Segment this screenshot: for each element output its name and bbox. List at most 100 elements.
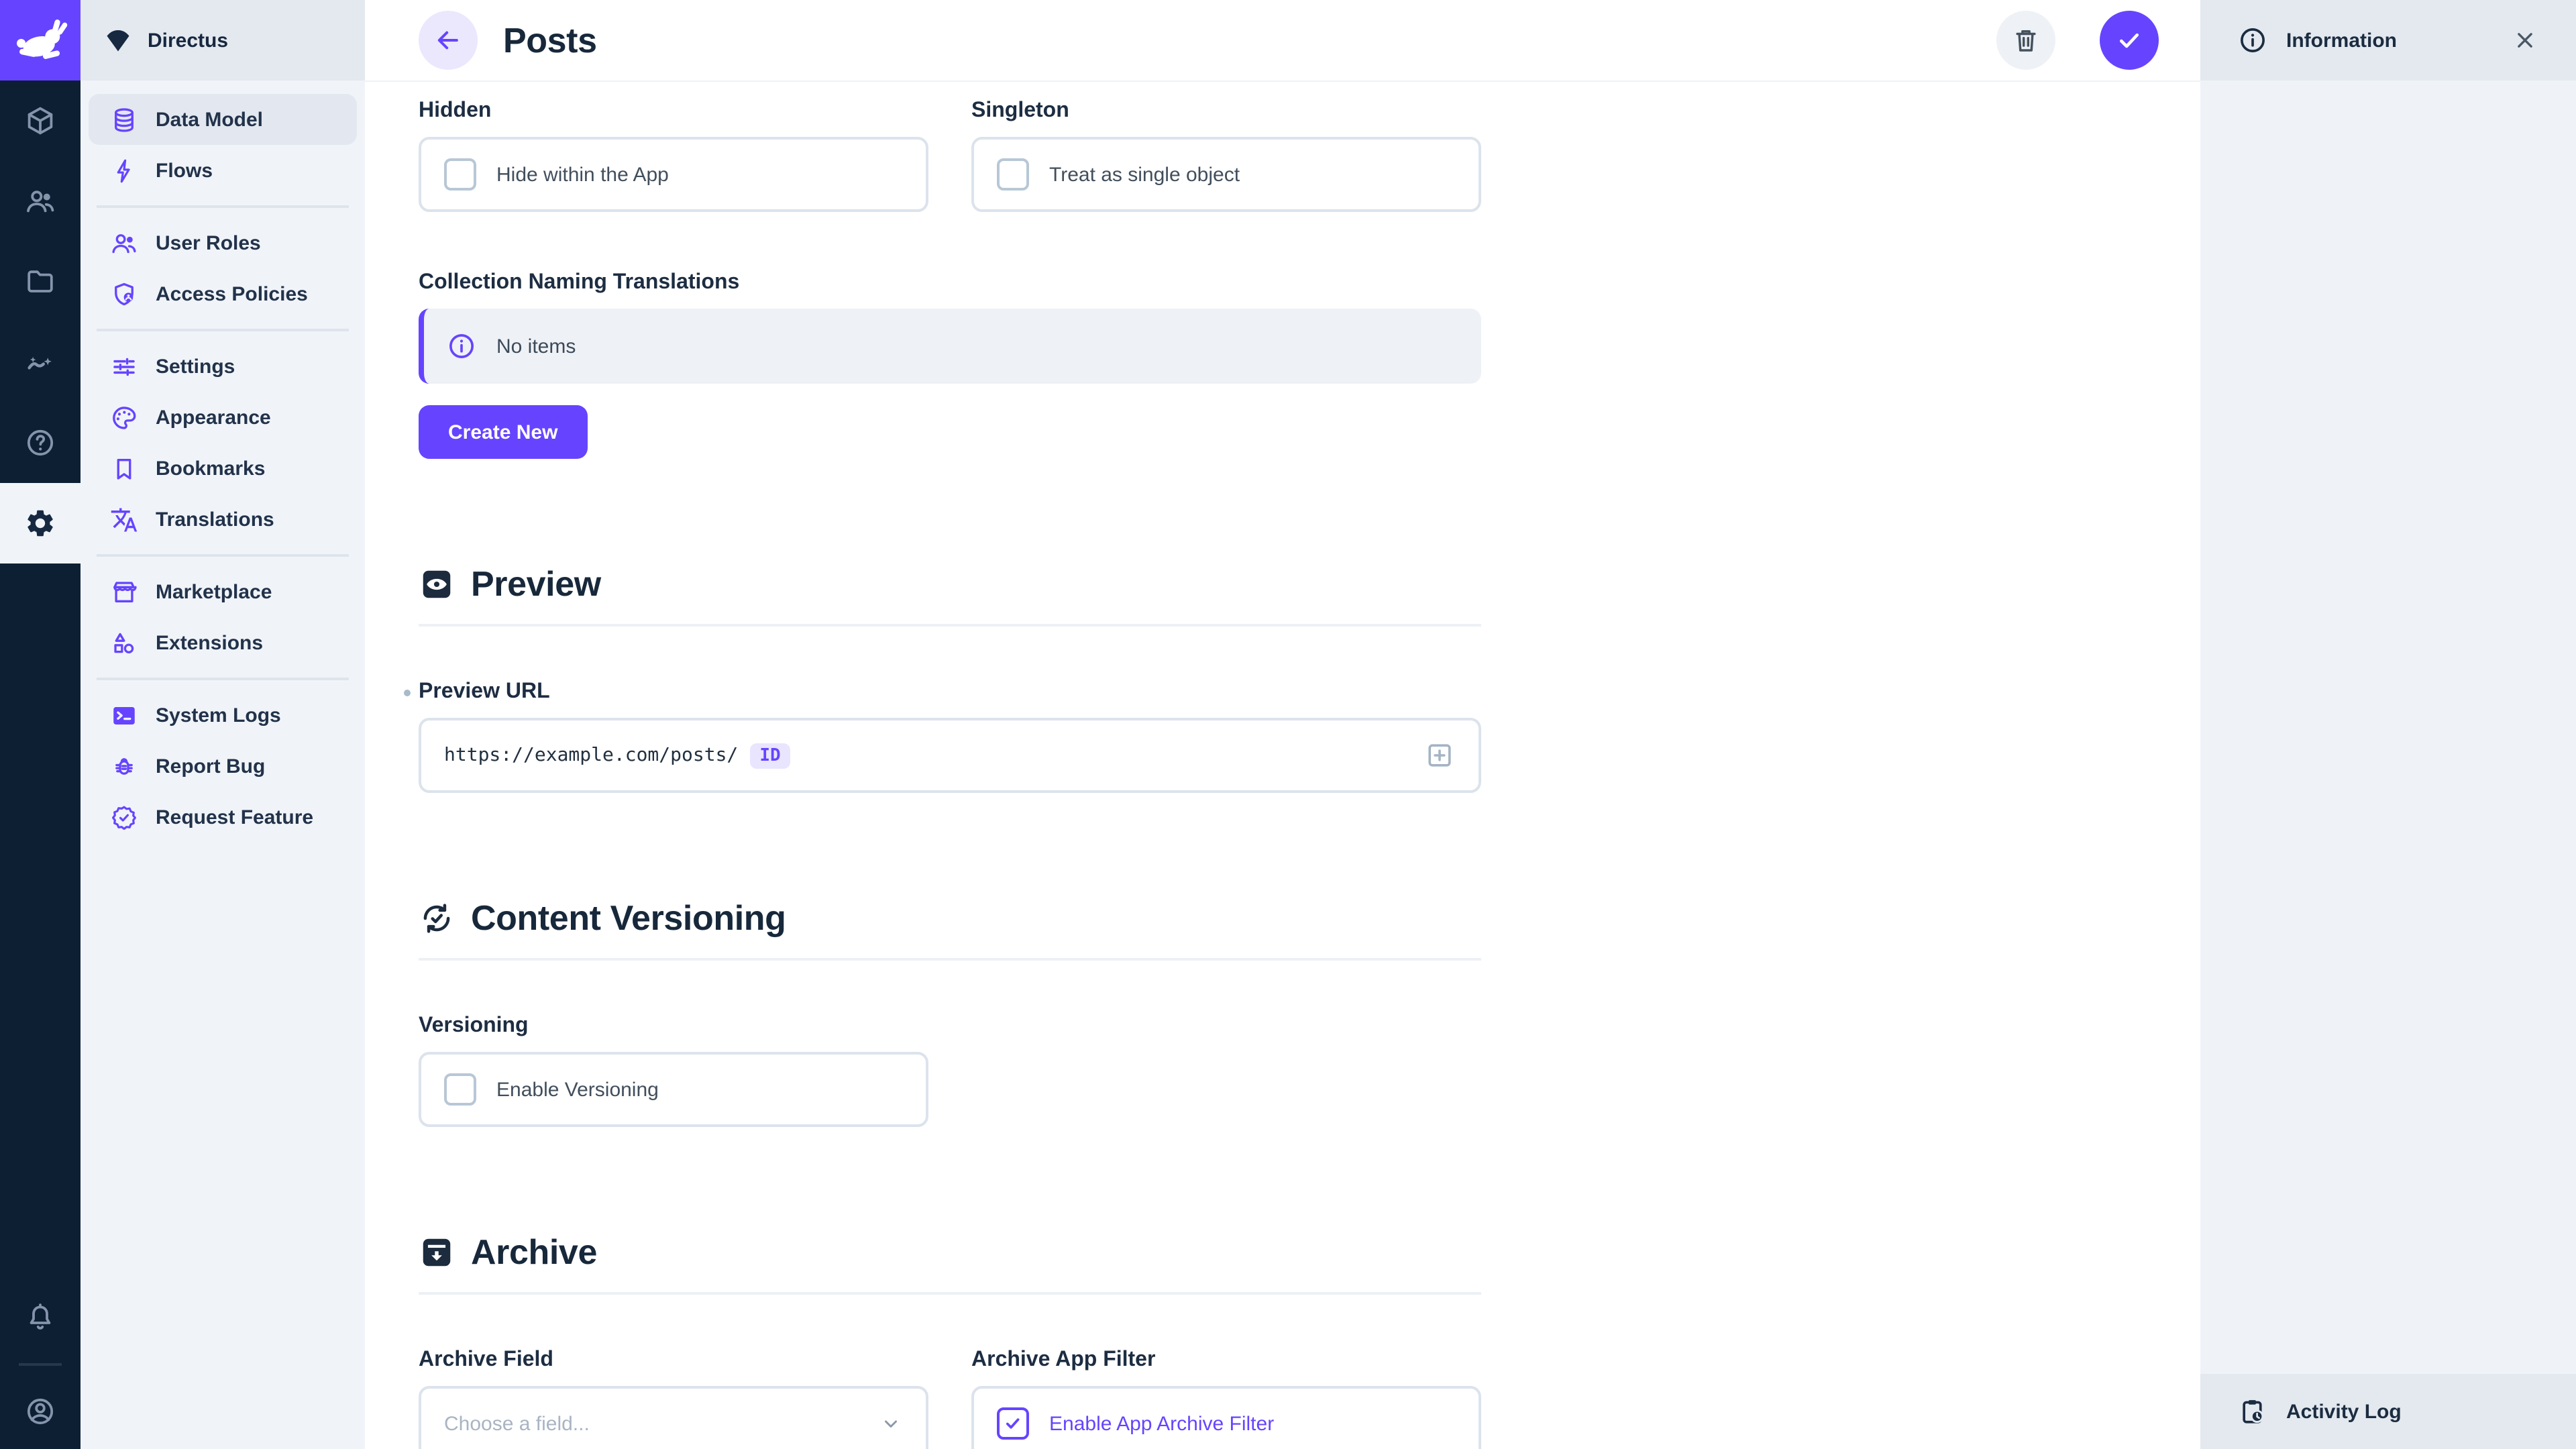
section-title: Archive — [471, 1232, 597, 1273]
checkbox-label: Enable Versioning — [496, 1078, 659, 1101]
sidebar-item-report-bug[interactable]: Report Bug — [89, 741, 357, 792]
project-header[interactable]: Directus — [80, 0, 365, 80]
sidebar-item-access-policies[interactable]: Access Policies — [89, 268, 357, 319]
sidebar-item-label: User Roles — [156, 231, 261, 254]
sidebar-item-extensions[interactable]: Extensions — [89, 617, 357, 668]
sidebar-item-settings[interactable]: Settings — [89, 341, 357, 392]
info-sidebar-header[interactable]: Information — [2200, 0, 2576, 80]
info-sidebar: Information Activity Log — [2200, 0, 2576, 1449]
module-settings[interactable] — [0, 483, 80, 564]
divider — [97, 329, 349, 331]
database-icon — [110, 105, 138, 133]
page-title: Posts — [503, 19, 597, 61]
section-title: Content Versioning — [471, 898, 786, 939]
sidebar-item-label: Marketplace — [156, 580, 272, 603]
singleton-checkbox-box[interactable]: Treat as single object — [971, 137, 1481, 212]
versioning-checkbox[interactable] — [444, 1073, 476, 1106]
back-button[interactable] — [419, 11, 478, 70]
field-label: Singleton — [971, 99, 1481, 123]
shield-user-icon — [110, 280, 138, 308]
delete-collection-button[interactable] — [1996, 11, 2055, 70]
gear-icon — [24, 507, 56, 539]
section-heading: Content Versioning — [419, 898, 1481, 939]
field-label: Archive App Filter — [971, 1348, 1481, 1373]
select-placeholder: Choose a field... — [444, 1412, 590, 1435]
page-content: Hidden Hide within the App Singleton Tre… — [365, 80, 2200, 1449]
sidebar-item-label: Access Policies — [156, 282, 308, 305]
sidebar-item-label: Request Feature — [156, 806, 313, 828]
sidebar-item-label: Extensions — [156, 631, 263, 654]
bell-icon — [24, 1301, 56, 1334]
main-area: Posts — [365, 0, 2200, 1449]
module-users[interactable] — [0, 161, 80, 241]
tune-icon — [110, 352, 138, 380]
sidebar-item-user-roles[interactable]: User Roles — [89, 217, 357, 268]
section-heading: Archive — [419, 1232, 1481, 1273]
module-bar — [0, 0, 80, 1449]
id-chip[interactable]: ID — [750, 743, 790, 768]
close-sidebar-button[interactable] — [2512, 27, 2538, 54]
bug-icon — [110, 752, 138, 780]
notifications-button[interactable] — [0, 1280, 80, 1355]
field-label: Hidden — [419, 99, 928, 123]
chevron-down-icon — [879, 1411, 903, 1436]
project-name: Directus — [148, 29, 228, 52]
insights-icon — [24, 346, 56, 378]
info-circle-icon — [2238, 25, 2267, 55]
sidebar-item-label: Report Bug — [156, 755, 265, 777]
archive-filter-checkbox[interactable] — [997, 1407, 1029, 1440]
sidebar-item-label: Settings — [156, 355, 235, 378]
module-help[interactable] — [0, 402, 80, 483]
sidebar-item-flows[interactable]: Flows — [89, 145, 357, 196]
hidden-checkbox-box[interactable]: Hide within the App — [419, 137, 928, 212]
sidebar-item-appearance[interactable]: Appearance — [89, 392, 357, 443]
info-sidebar-title: Information — [2286, 29, 2397, 52]
preview-section: Preview Preview URL https://example.com/… — [419, 564, 1481, 793]
sidebar-item-label: Bookmarks — [156, 457, 265, 480]
module-content[interactable] — [0, 80, 80, 161]
sidebar-item-data-model[interactable]: Data Model — [89, 94, 357, 145]
clipboard-clock-icon — [2238, 1397, 2267, 1426]
field-label: Collection Naming Translations — [419, 271, 1481, 295]
directus-logo[interactable] — [0, 0, 80, 80]
field-label: Preview URL — [419, 680, 1481, 704]
sidebar-item-translations[interactable]: Translations — [89, 494, 357, 545]
archive-field-select[interactable]: Choose a field... — [419, 1386, 928, 1449]
archive-icon — [419, 1234, 455, 1271]
hidden-field: Hidden Hide within the App — [419, 99, 928, 212]
module-files[interactable] — [0, 241, 80, 322]
page-header: Posts — [365, 0, 2200, 80]
users-icon — [24, 185, 56, 217]
bolt-icon — [110, 156, 138, 184]
divider — [97, 205, 349, 208]
naming-translations-field: Collection Naming Translations No items … — [419, 271, 1481, 459]
activity-log-button[interactable]: Activity Log — [2200, 1374, 2576, 1449]
sidebar-item-system-logs[interactable]: System Logs — [89, 690, 357, 741]
checkbox-label: Hide within the App — [496, 163, 669, 186]
singleton-checkbox[interactable] — [997, 158, 1029, 191]
hidden-checkbox[interactable] — [444, 158, 476, 191]
module-insights[interactable] — [0, 322, 80, 402]
verified-icon — [110, 803, 138, 831]
rabbit-icon — [11, 11, 70, 70]
module-bar-spacer — [0, 564, 80, 1280]
versioning-section: Content Versioning Versioning Enable Ver… — [419, 898, 1481, 1127]
versioning-checkbox-box[interactable]: Enable Versioning — [419, 1052, 928, 1127]
sidebar-item-request-feature[interactable]: Request Feature — [89, 792, 357, 843]
shapes-icon — [110, 629, 138, 657]
archive-filter-checkbox-box[interactable]: Enable App Archive Filter — [971, 1386, 1481, 1449]
trash-icon — [2011, 25, 2041, 55]
add-box-icon[interactable] — [1424, 739, 1456, 771]
preview-url-input[interactable]: https://example.com/posts/ ID — [419, 718, 1481, 793]
create-new-button[interactable]: Create New — [419, 405, 587, 459]
avatar-button[interactable] — [0, 1374, 80, 1449]
section-heading: Preview — [419, 564, 1481, 605]
sidebar-item-marketplace[interactable]: Marketplace — [89, 566, 357, 617]
section-title: Preview — [471, 564, 601, 605]
preview-icon — [419, 566, 455, 602]
palette-icon — [110, 403, 138, 431]
save-button[interactable] — [2100, 11, 2159, 70]
singleton-field: Singleton Treat as single object — [971, 99, 1481, 212]
hidden-singleton-row: Hidden Hide within the App Singleton Tre… — [419, 99, 1481, 212]
sidebar-item-bookmarks[interactable]: Bookmarks — [89, 443, 357, 494]
